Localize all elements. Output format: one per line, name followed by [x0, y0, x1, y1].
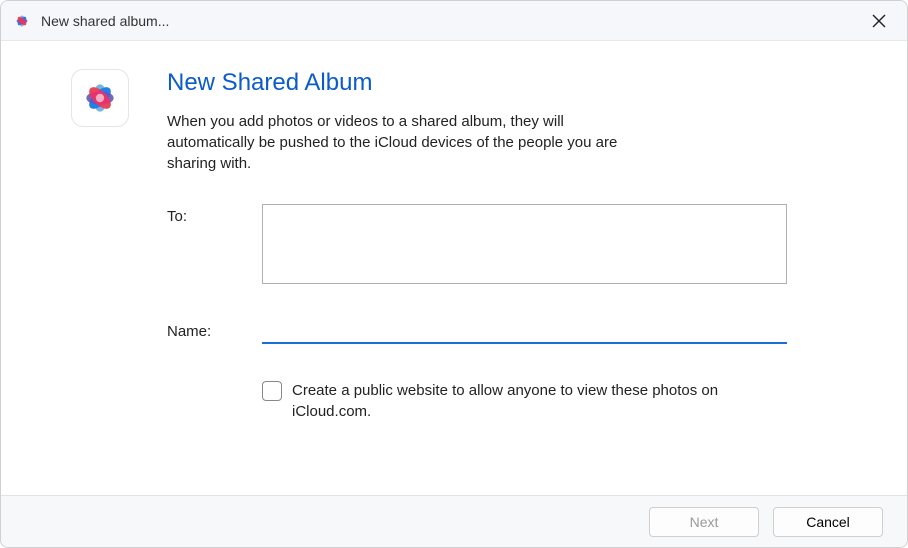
titlebar: New shared album... — [1, 1, 907, 41]
photos-flower-icon — [79, 77, 121, 119]
photos-app-icon — [13, 12, 31, 30]
window-title: New shared album... — [41, 13, 859, 29]
name-input[interactable] — [262, 314, 787, 344]
dialog-heading: New Shared Album — [167, 69, 787, 97]
name-label: Name: — [167, 319, 262, 340]
next-button[interactable]: Next — [649, 507, 759, 537]
public-website-label[interactable]: Create a public website to allow anyone … — [292, 380, 782, 422]
dialog-main: New Shared Album When you add photos or … — [167, 69, 787, 475]
dialog-content: New Shared Album When you add photos or … — [1, 41, 907, 495]
cancel-button[interactable]: Cancel — [773, 507, 883, 537]
to-row: To: — [167, 204, 787, 284]
app-icon-large — [71, 69, 129, 127]
public-website-row: Create a public website to allow anyone … — [262, 380, 787, 422]
to-input[interactable] — [262, 204, 787, 284]
public-website-checkbox[interactable] — [262, 381, 282, 401]
close-icon — [872, 14, 886, 28]
to-label: To: — [167, 204, 262, 225]
dialog-description: When you add photos or videos to a share… — [167, 111, 637, 174]
close-button[interactable] — [859, 1, 899, 41]
dialog-window: New shared album... — [0, 0, 908, 548]
name-row: Name: — [167, 314, 787, 344]
dialog-footer: Next Cancel — [1, 495, 907, 547]
